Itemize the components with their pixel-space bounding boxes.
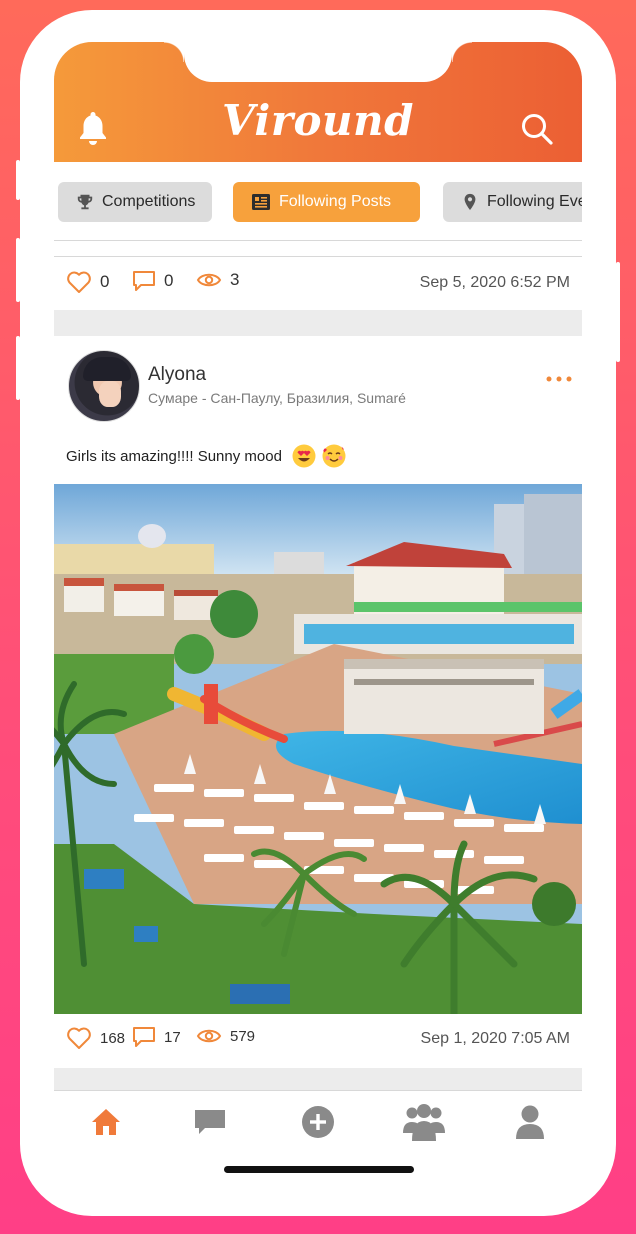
like-stat[interactable]: 168 — [66, 1026, 125, 1050]
tab-groups[interactable] — [400, 1102, 448, 1142]
like-stat[interactable]: 0 — [66, 270, 109, 294]
comment-icon — [133, 271, 155, 291]
resort-photo-illustration — [54, 484, 582, 1014]
tab-home[interactable] — [86, 1102, 126, 1142]
post-caption: Girls its amazing!!!! Sunny mood — [66, 447, 282, 465]
like-count: 0 — [100, 272, 110, 291]
trophy-icon — [77, 194, 93, 210]
comment-icon — [133, 1027, 155, 1047]
eye-icon — [196, 273, 222, 287]
app-logo: Viround — [222, 96, 414, 145]
search-icon[interactable] — [520, 112, 554, 146]
app-header: Viround — [54, 42, 582, 162]
smiling-face-with-hearts-emoji — [322, 444, 346, 468]
post-separator — [54, 1068, 582, 1090]
divider — [54, 256, 582, 257]
tab-label: Competitions — [102, 193, 196, 210]
post-header: Alyona Сумаре - Сан-Паулу, Бразилия, Sum… — [54, 346, 582, 426]
heart-icon — [67, 1027, 91, 1049]
bottom-tab-bar — [54, 1090, 582, 1150]
location-pin-icon — [464, 193, 476, 211]
post-stats: 168 17 579 Sep 1, 2020 7:05 AM — [54, 1026, 582, 1056]
tab-following-events[interactable]: Following Eve — [443, 182, 582, 222]
post-photo[interactable] — [54, 484, 582, 1014]
views-count: 3 — [230, 270, 240, 289]
tab-competitions[interactable]: Competitions — [58, 182, 212, 222]
heart-icon — [67, 271, 91, 293]
like-count: 168 — [100, 1029, 126, 1047]
tab-profile[interactable] — [510, 1102, 550, 1142]
comment-count: 0 — [164, 271, 174, 290]
tab-label: Following Eve — [487, 193, 582, 210]
tab-label: Following Posts — [279, 193, 392, 210]
username[interactable]: Alyona — [148, 364, 206, 386]
power-button — [616, 262, 620, 362]
comment-stat[interactable]: 17 — [132, 1026, 181, 1048]
chat-icon — [195, 1110, 225, 1134]
home-indicator — [224, 1166, 414, 1173]
user-icon — [516, 1105, 544, 1139]
post-location[interactable]: Сумаре - Сан-Паулу, Бразилия, Sumaré — [148, 390, 406, 406]
tab-messages[interactable] — [190, 1102, 230, 1142]
tab-create[interactable] — [298, 1102, 338, 1142]
comment-stat[interactable]: 0 — [132, 270, 173, 292]
views-stat: 579 — [196, 1026, 255, 1046]
avatar[interactable] — [68, 350, 140, 422]
app-screen: Viround Competitions Following Posts Fol… — [54, 42, 582, 1182]
eye-icon — [196, 1029, 222, 1043]
add-circle-icon — [302, 1106, 334, 1138]
heart-eyes-emoji — [292, 444, 316, 468]
post-caption-row: Girls its amazing!!!! Sunny mood — [66, 444, 346, 468]
prev-post-stats: 0 0 3 Sep 5, 2020 6:52 PM — [54, 270, 582, 300]
feed-tabs: Competitions Following Posts Following E… — [54, 182, 582, 224]
divider — [54, 240, 582, 241]
more-options-icon[interactable] — [546, 376, 572, 382]
tab-following-posts[interactable]: Following Posts — [233, 182, 420, 222]
group-icon — [403, 1104, 445, 1141]
post-date: Sep 5, 2020 6:52 PM — [419, 274, 570, 291]
post-separator — [54, 310, 582, 336]
phone-frame: Viround Competitions Following Posts Fol… — [20, 10, 616, 1216]
device-notch — [164, 42, 472, 82]
home-icon — [92, 1109, 120, 1135]
views-count: 579 — [230, 1027, 256, 1045]
newspaper-icon — [252, 194, 270, 210]
views-stat: 3 — [196, 270, 239, 290]
post-date: Sep 1, 2020 7:05 AM — [420, 1030, 570, 1047]
comment-count: 17 — [164, 1028, 181, 1046]
